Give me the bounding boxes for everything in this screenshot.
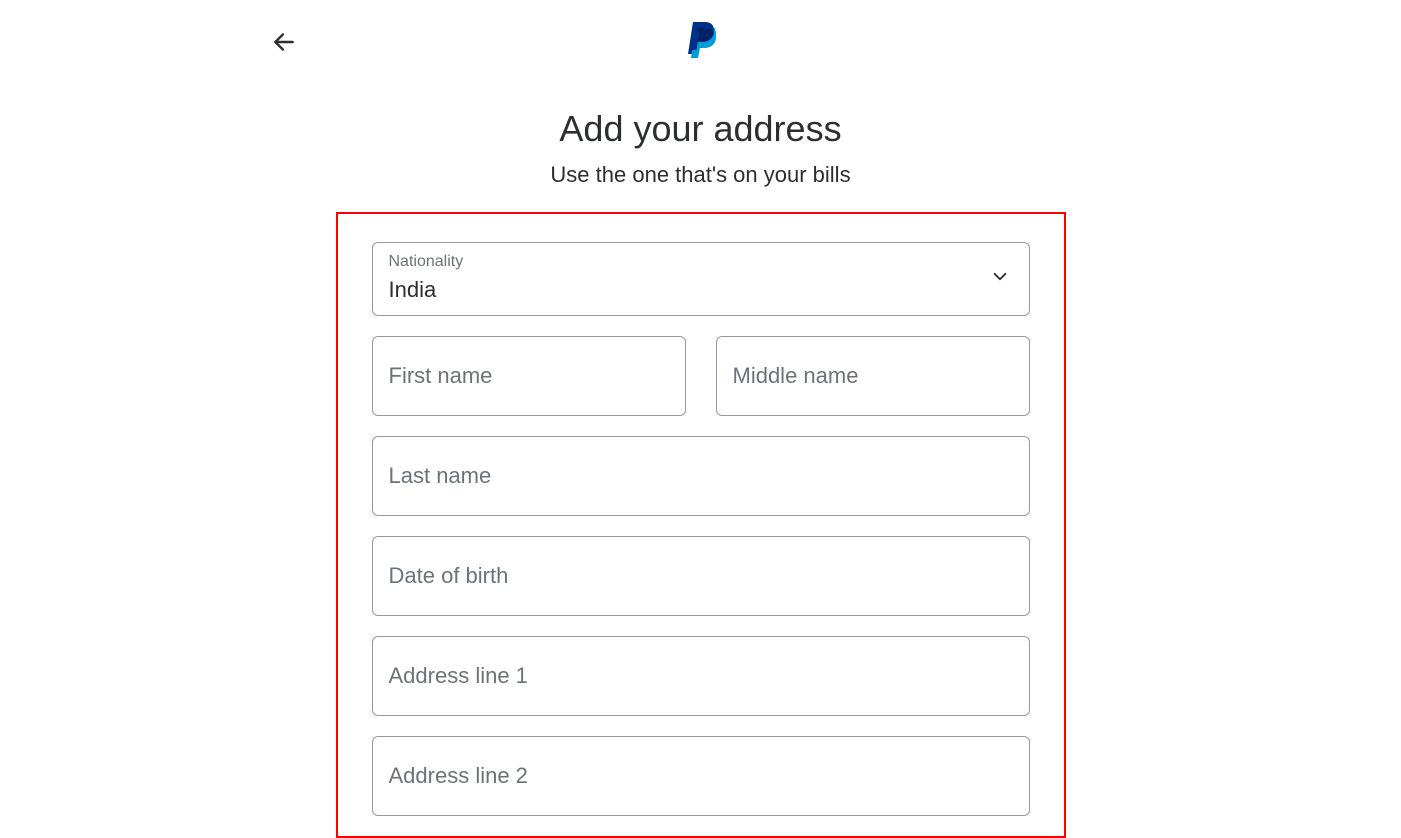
first-name-input[interactable] [373,337,685,415]
date-of-birth-input[interactable] [373,537,1029,615]
page-subtitle: Use the one that's on your bills [0,162,1401,188]
address-line-2-input[interactable] [373,737,1029,815]
nationality-select[interactable]: Nationality India [372,242,1030,316]
last-name-input[interactable] [373,437,1029,515]
address-form: Nationality India [336,212,1066,838]
middle-name-input[interactable] [717,337,1029,415]
paypal-logo-icon [685,20,717,58]
arrow-left-icon [271,29,297,55]
address-line-1-input[interactable] [373,637,1029,715]
paypal-logo [0,20,1401,58]
nationality-label: Nationality [389,253,464,271]
page-title: Add your address [0,108,1401,150]
nationality-value: India [373,243,1029,315]
back-button[interactable] [270,28,298,56]
